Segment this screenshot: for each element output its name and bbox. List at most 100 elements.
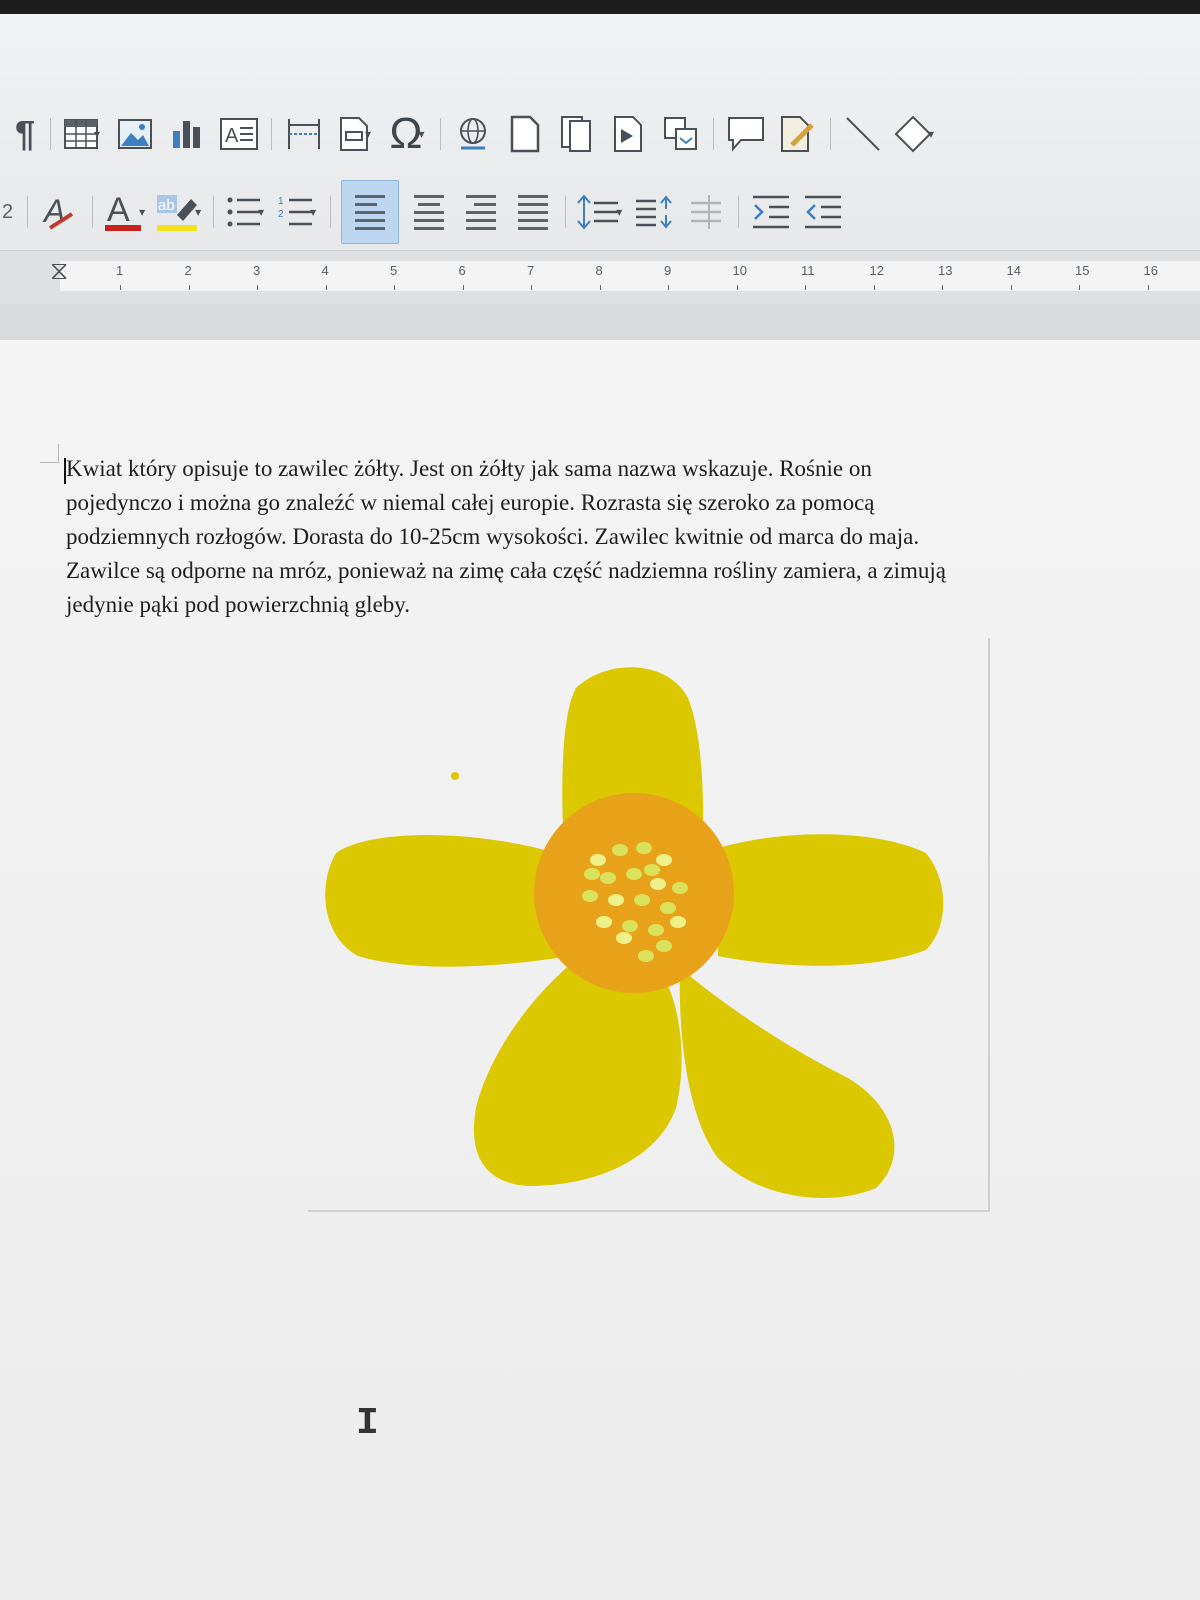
clear-formatting-button[interactable]: A <box>38 188 82 236</box>
heading-button-fragment[interactable]: 2 <box>2 201 13 224</box>
insert-comment-button[interactable] <box>724 110 768 158</box>
chevron-down-icon[interactable]: ▾ <box>418 127 424 141</box>
formatting-marks-button[interactable]: ¶ <box>10 110 40 158</box>
insert-table-button[interactable]: ▾ <box>61 110 105 158</box>
flower-petal <box>718 834 944 966</box>
chevron-down-icon[interactable]: ▾ <box>928 127 934 141</box>
highlighter-icon: ab <box>157 195 198 231</box>
toolbar-separator <box>330 196 332 228</box>
ruler-number: 7 <box>527 263 535 278</box>
insert-endnote-button[interactable] <box>555 110 599 158</box>
body-paragraph[interactable]: Kwiat który opisuje to zawilec żółty. Je… <box>66 452 1196 622</box>
chevron-down-icon[interactable]: ▾ <box>195 205 201 219</box>
line-spacing-icon <box>577 194 619 230</box>
ruler-tick <box>394 285 395 290</box>
toolbar-separator <box>713 118 714 150</box>
chevron-down-icon[interactable]: ▾ <box>365 127 371 141</box>
ruler-tick <box>668 285 669 290</box>
basic-shapes-button[interactable]: ▾ <box>893 110 937 158</box>
ruler-number: 1 <box>116 263 124 278</box>
toolbar-separator <box>271 118 272 150</box>
align-right-button[interactable] <box>459 188 503 236</box>
insert-bookmark-button[interactable] <box>607 110 651 158</box>
highlight-label: ab <box>158 197 175 214</box>
flower-center <box>534 793 734 993</box>
increase-indent-button[interactable] <box>749 188 793 236</box>
font-color-button[interactable]: A ▾ <box>103 188 147 236</box>
footnote-icon <box>510 115 540 153</box>
chevron-down-icon[interactable]: ▾ <box>94 127 100 141</box>
embedded-image[interactable] <box>308 638 990 1212</box>
stamen <box>644 864 660 876</box>
align-left-button[interactable] <box>341 180 400 244</box>
insert-toolbar: ¶ ▾ A ▾ Ω ▾ ▾ <box>6 109 941 158</box>
paragraph-spacing-icon <box>636 195 672 229</box>
ruler-number: 14 <box>1006 263 1021 278</box>
decrease-indent-button[interactable] <box>801 188 845 236</box>
insert-page-break-button[interactable] <box>282 110 326 158</box>
insert-line-button[interactable] <box>841 110 885 158</box>
indent-marker-icon[interactable]: ⧖ <box>50 255 68 287</box>
justify-icon <box>518 194 549 230</box>
line-icon <box>846 117 880 151</box>
insert-chart-button[interactable] <box>165 110 209 158</box>
insert-image-button[interactable] <box>113 110 157 158</box>
flower-petal <box>679 968 895 1198</box>
insert-image-icon <box>118 119 152 149</box>
insert-special-character-button[interactable]: Ω ▾ <box>386 109 430 158</box>
ruler-tick <box>1010 285 1012 290</box>
stamen <box>660 902 676 914</box>
align-center-button[interactable] <box>407 188 451 236</box>
document-page[interactable]: Kwiat który opisuje to zawilec żółty. Je… <box>0 340 1200 1600</box>
svg-text:1: 1 <box>278 196 284 207</box>
justify-button[interactable] <box>511 188 555 236</box>
insert-cross-reference-button[interactable] <box>659 110 703 158</box>
stamen <box>650 878 666 890</box>
stamen <box>638 950 654 962</box>
horizontal-ruler[interactable]: ⧖ 1 2 3 4 5 6 7 8 9 10 11 12 13 14 15 16 <box>0 250 1200 305</box>
line-spacing-button[interactable]: ▾ <box>576 188 624 236</box>
insert-footnote-button[interactable] <box>503 110 547 158</box>
ruler-number: 9 <box>664 263 672 278</box>
track-changes-icon <box>781 116 814 152</box>
ruler-number: 2 <box>184 263 192 278</box>
flower-illustration <box>325 667 944 1198</box>
font-color-icon: A <box>105 191 142 231</box>
chevron-down-icon[interactable]: ▾ <box>139 205 145 219</box>
highlight-color-button[interactable]: ab ▾ <box>155 188 203 236</box>
insert-hyperlink-button[interactable] <box>451 110 495 158</box>
toolbar-separator <box>565 196 567 228</box>
insert-field-button[interactable]: ▾ <box>334 110 378 158</box>
stray-dot <box>451 772 459 780</box>
insert-chart-icon <box>173 121 200 148</box>
stamen <box>626 868 642 880</box>
track-changes-button[interactable] <box>776 110 820 158</box>
unordered-list-button[interactable]: ▾ <box>224 188 268 236</box>
diamond-icon <box>894 115 932 153</box>
chevron-down-icon[interactable]: ▾ <box>258 205 264 219</box>
insert-table-icon <box>63 119 98 149</box>
mouse-ibeam-cursor: I <box>356 1402 379 1445</box>
chevron-down-icon[interactable]: ▾ <box>616 205 622 219</box>
paragraph-spacing-button[interactable] <box>632 188 676 236</box>
stamen <box>608 894 624 906</box>
ruler-number: 15 <box>1075 263 1090 278</box>
insert-textbox-button[interactable]: A <box>217 110 261 158</box>
flower-petal <box>325 834 570 967</box>
ruler-number: 16 <box>1143 263 1158 278</box>
stamen <box>622 920 638 932</box>
ruler-number: 3 <box>253 263 261 278</box>
text-line: pojedynczo i można go znaleźć w niemal c… <box>66 490 875 515</box>
text-line: Zawilce są odporne na mróz, ponieważ na … <box>66 558 946 583</box>
ruler-tick <box>1079 285 1080 290</box>
ruler-tick <box>188 285 190 290</box>
bookmark-icon <box>614 116 642 152</box>
ordered-list-button[interactable]: 12 ▾ <box>276 188 320 236</box>
formatting-toolbar: 2 A A ▾ ab ▾ ▾ 12 ▾ ▾ <box>0 180 849 244</box>
set-paragraph-direction-button[interactable] <box>684 188 728 236</box>
toolbar-separator <box>27 196 29 228</box>
chevron-down-icon[interactable]: ▾ <box>310 205 316 219</box>
ruler-number: 8 <box>595 263 603 278</box>
ruler-tick <box>736 285 738 290</box>
ruler-number: 12 <box>869 263 884 278</box>
